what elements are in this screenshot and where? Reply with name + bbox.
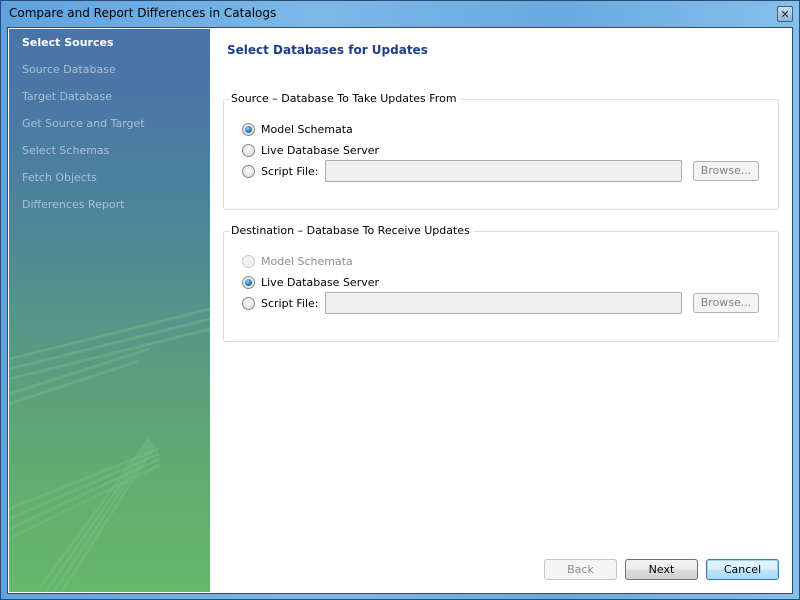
source-group-legend: Source – Database To Take Updates From (229, 92, 460, 105)
title-bar[interactable]: Compare and Report Differences in Catalo… (1, 1, 799, 26)
sidebar-item-select-schemas[interactable]: Select Schemas (22, 144, 109, 157)
radio-label: Live Database Server (261, 275, 380, 289)
radio-label: Script File: (261, 296, 319, 310)
radio-button[interactable] (242, 164, 255, 178)
sidebar-item-differences-report[interactable]: Differences Report (22, 198, 124, 211)
destination-option-script-file[interactable]: Script File: (242, 295, 319, 311)
source-option-live-database-server[interactable]: Live Database Server (242, 142, 379, 158)
source-browse-button[interactable]: Browse... (693, 161, 759, 181)
destination-script-file-input[interactable] (325, 292, 682, 314)
destination-option-model-schemata[interactable]: Model Schemata (242, 253, 353, 269)
source-script-file-input[interactable] (325, 160, 682, 182)
radio-button[interactable] (242, 254, 255, 268)
wizard-steps-sidebar: Select Sources Source Database Target Da… (9, 29, 210, 592)
sidebar-decoration-graphic (9, 307, 210, 592)
destination-option-live-database-server[interactable]: Live Database Server (242, 274, 379, 290)
wizard-client-area: Select Sources Source Database Target Da… (7, 27, 793, 594)
source-option-script-file[interactable]: Script File: (242, 163, 319, 179)
destination-browse-button[interactable]: Browse... (693, 293, 759, 313)
sidebar-item-fetch-objects[interactable]: Fetch Objects (22, 171, 97, 184)
sidebar-item-target-database[interactable]: Target Database (22, 90, 112, 103)
destination-group-legend: Destination – Database To Receive Update… (229, 224, 473, 237)
source-group: Source – Database To Take Updates From M… (223, 92, 779, 210)
window-title: Compare and Report Differences in Catalo… (9, 6, 277, 20)
radio-label: Live Database Server (261, 143, 380, 157)
radio-label: Model Schemata (261, 122, 353, 136)
cancel-button[interactable]: Cancel (706, 559, 779, 580)
sidebar-item-get-source-and-target[interactable]: Get Source and Target (22, 117, 145, 130)
sidebar-item-source-database[interactable]: Source Database (22, 63, 116, 76)
radio-button[interactable] (242, 296, 255, 310)
page-title: Select Databases for Updates (227, 43, 428, 57)
close-button[interactable]: ✕ (777, 6, 793, 22)
source-option-model-schemata[interactable]: Model Schemata (242, 121, 353, 137)
radio-button[interactable] (242, 143, 255, 157)
radio-button[interactable] (242, 122, 255, 136)
main-panel: Select Databases for Updates Source – Da… (210, 29, 792, 592)
radio-label: Model Schemata (261, 254, 353, 268)
radio-button[interactable] (242, 275, 255, 289)
wizard-window: Compare and Report Differences in Catalo… (0, 0, 800, 600)
back-button[interactable]: Back (544, 559, 617, 580)
sidebar-item-select-sources[interactable]: Select Sources (22, 36, 114, 49)
close-icon: ✕ (780, 7, 790, 21)
next-button[interactable]: Next (625, 559, 698, 580)
destination-group: Destination – Database To Receive Update… (223, 224, 779, 342)
radio-label: Script File: (261, 164, 319, 178)
